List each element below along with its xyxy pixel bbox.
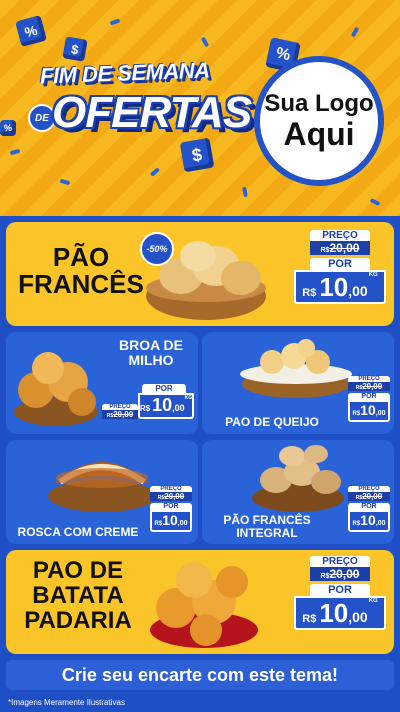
bread-bowl-image	[150, 562, 258, 648]
old-price: R$20,00	[348, 382, 390, 391]
bread-basket-image	[252, 445, 344, 512]
new-price: R$ 10,00 KG	[294, 270, 386, 304]
percent-cube-icon: %	[0, 120, 16, 136]
por-label: POR	[310, 258, 370, 270]
confetti	[350, 26, 360, 38]
product-card: PÃO FRANCÊS -50% PREÇO R$20,00 POR R$ 10,…	[6, 222, 394, 326]
price-label: PREÇO	[310, 556, 370, 567]
product-card: PAO DE QUEIJO PREÇO R$20,00 POR R$ 10,00	[202, 332, 394, 434]
new-price: R$ 10,00 KG	[138, 393, 194, 419]
new-price: R$ 10,00 KG	[294, 596, 386, 630]
footnote: *Imagens Meramente Ilustrativas	[8, 698, 125, 707]
header-title-line1: FIM DE SEMANA	[39, 57, 210, 89]
por-label: POR	[348, 503, 390, 510]
new-price: R$ 10,00	[348, 400, 390, 422]
product-card: PAO DE BATATA PADARIA PREÇO R$20,00 POR …	[6, 550, 394, 654]
price-box: PREÇO R$20,00 POR R$ 10,00 KG	[294, 556, 386, 630]
confetti	[149, 167, 161, 177]
price-box: PREÇO R$20,00 POR R$ 10,00	[150, 486, 192, 532]
logo-text-line2: Aqui	[283, 116, 355, 152]
header-banner: % $ % $ % FIM DE SEMANA DE OFERTAS Sua L…	[0, 0, 400, 218]
confetti	[9, 148, 21, 156]
confetti	[242, 186, 248, 198]
confetti	[369, 198, 381, 206]
product-name: ROSCA COM CREME	[17, 525, 139, 539]
bread-basket-image	[240, 339, 352, 398]
logo-text-line1: Sua Logo	[264, 90, 374, 117]
old-price: R$20,00	[310, 241, 370, 255]
price-box: PREÇO R$20,00 POR R$ 10,00 KG	[294, 230, 386, 304]
percent-cube-icon: %	[15, 15, 47, 47]
header-title-line2: OFERTAS	[52, 88, 252, 137]
product-card: ROSCA COM CREME PREÇO R$20,00 POR R$ 10,0…	[6, 440, 198, 544]
confetti	[109, 18, 121, 26]
product-name: PAO DE QUEIJO	[225, 415, 319, 429]
dollar-cube-icon: $	[179, 137, 215, 173]
product-name: PÃO FRANCÊS	[18, 242, 144, 300]
por-label: POR	[310, 584, 370, 596]
cta-banner[interactable]: Crie seu encarte com este tema!	[6, 660, 394, 690]
discount-badge: -50%	[140, 232, 174, 266]
product-card: PÃO FRANCÊS INTEGRAL PREÇO R$20,00 POR R…	[202, 440, 394, 544]
old-price: R$20,00	[150, 492, 192, 501]
old-price: R$20,00	[348, 492, 390, 501]
old-price: R$20,00	[102, 410, 138, 419]
product-name: PÃO FRANCÊS INTEGRAL	[223, 513, 311, 540]
por-label: POR	[150, 503, 192, 510]
new-price: R$ 10,00	[150, 510, 192, 532]
old-price: R$20,00	[310, 567, 370, 581]
product-name: PAO DE BATATA PADARIA	[24, 557, 132, 635]
price-label: PREÇO	[310, 230, 370, 241]
confetti	[200, 36, 210, 48]
new-price: R$ 10,00	[348, 510, 390, 532]
bread-basket-image	[48, 462, 156, 512]
product-card: BROA DE MILHO POR PREÇO R$20,00 R$ 10,00 K…	[6, 332, 198, 434]
bread-basket-image	[14, 352, 98, 426]
por-label: POR	[142, 384, 186, 393]
por-label: POR	[348, 393, 390, 400]
price-box: PREÇO R$20,00 POR R$ 10,00	[348, 376, 390, 422]
confetti	[59, 178, 71, 186]
price-box: PREÇO R$20,00 POR R$ 10,00	[348, 486, 390, 532]
logo-placeholder: Sua Logo Aqui	[254, 56, 384, 186]
product-name: BROA DE MILHO	[118, 337, 184, 368]
dollar-cube-icon: $	[62, 36, 88, 62]
price-box: POR PREÇO R$20,00 R$ 10,00 KG	[102, 384, 194, 419]
